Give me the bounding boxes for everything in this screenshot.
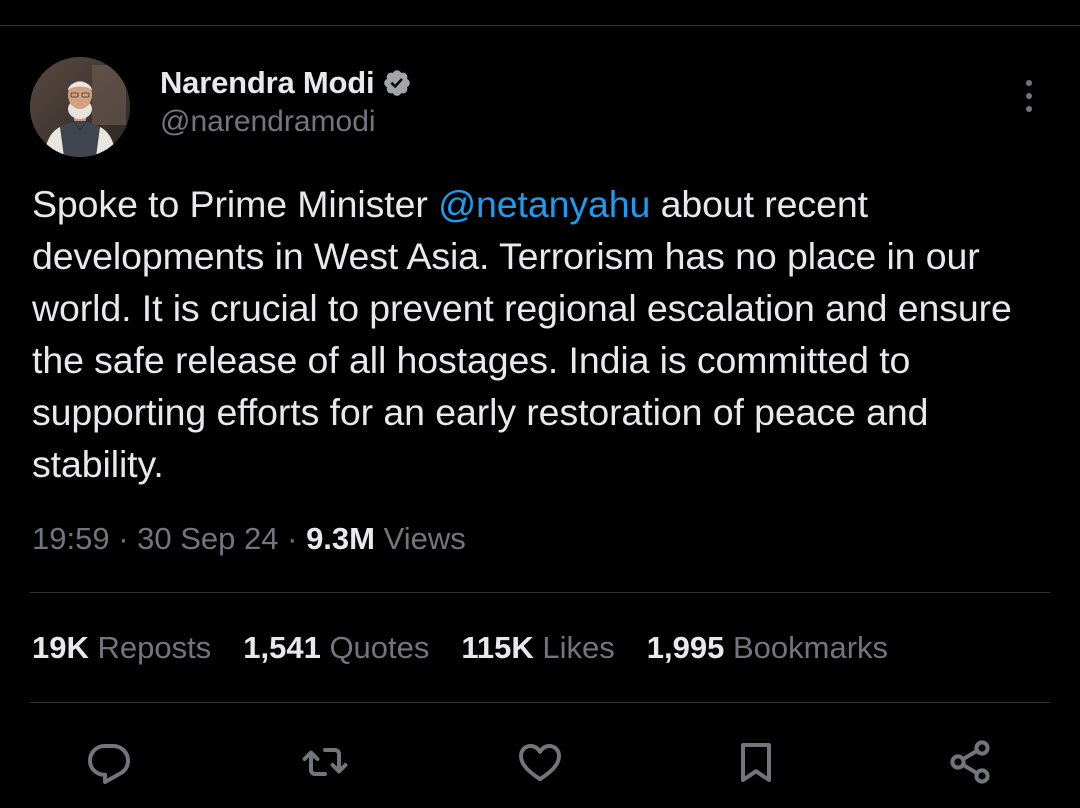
avatar[interactable] bbox=[30, 57, 130, 157]
quotes-label: Quotes bbox=[329, 630, 430, 665]
reposts-label: Reposts bbox=[97, 630, 212, 665]
quotes-stat[interactable]: 1,541 Quotes bbox=[243, 630, 429, 666]
tweet-meta: 19:59 · 30 Sep 24 · 9.3M Views bbox=[32, 521, 466, 557]
likes-count: 115K bbox=[461, 630, 534, 665]
verified-badge-icon[interactable] bbox=[382, 68, 412, 98]
top-divider bbox=[0, 25, 1080, 26]
engagement-stats: 19K Reposts 1,541 Quotes 115K Likes 1,99… bbox=[32, 630, 920, 666]
meta-separator: · bbox=[278, 521, 307, 556]
views-count: 9.3M bbox=[306, 521, 375, 556]
handle[interactable]: @narendramodi bbox=[160, 105, 412, 139]
repost-icon[interactable] bbox=[299, 736, 351, 788]
avatar-image bbox=[30, 57, 130, 157]
likes-stat[interactable]: 115K Likes bbox=[461, 630, 614, 666]
tweet-text-part: Spoke to Prime Minister bbox=[32, 183, 439, 225]
more-options-icon[interactable] bbox=[1014, 78, 1044, 114]
author-block: Narendra Modi @narendramodi bbox=[160, 63, 412, 139]
display-name[interactable]: Narendra Modi bbox=[160, 65, 375, 101]
bookmarks-count: 1,995 bbox=[646, 630, 725, 665]
meta-separator: · bbox=[109, 521, 138, 556]
reposts-stat[interactable]: 19K Reposts bbox=[32, 630, 211, 666]
reposts-count: 19K bbox=[32, 630, 89, 665]
reply-icon[interactable] bbox=[83, 736, 135, 788]
tweet-text-part: about recent developments in West Asia. … bbox=[32, 183, 1012, 485]
like-icon[interactable] bbox=[514, 736, 566, 788]
tweet-text: Spoke to Prime Minister @netanyahu about… bbox=[32, 178, 1062, 490]
likes-label: Likes bbox=[542, 630, 615, 665]
quotes-count: 1,541 bbox=[243, 630, 321, 665]
bookmarks-label: Bookmarks bbox=[733, 630, 889, 665]
mention-link[interactable]: @netanyahu bbox=[438, 183, 650, 225]
tweet-date[interactable]: 30 Sep 24 bbox=[137, 521, 278, 556]
bookmarks-stat[interactable]: 1,995 Bookmarks bbox=[647, 630, 888, 666]
divider bbox=[30, 702, 1050, 703]
divider bbox=[30, 592, 1050, 593]
bookmark-icon[interactable] bbox=[730, 736, 782, 788]
share-icon[interactable] bbox=[944, 736, 996, 788]
views-label: Views bbox=[374, 521, 466, 556]
name-row: Narendra Modi bbox=[160, 63, 412, 103]
tweet-time[interactable]: 19:59 bbox=[32, 521, 110, 556]
